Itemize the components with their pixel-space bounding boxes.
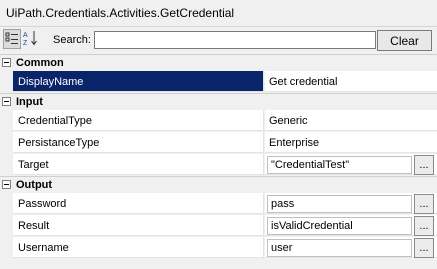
property-grid: Common DisplayName Get credential Input … xyxy=(0,54,437,259)
expression-editor-button[interactable]: ... xyxy=(414,194,434,214)
property-value[interactable]: Get credential xyxy=(265,71,437,92)
categorized-button[interactable] xyxy=(3,29,21,49)
expression-editor-button[interactable]: ... xyxy=(414,216,434,236)
property-row-credentialtype[interactable]: CredentialType Generic xyxy=(0,110,437,132)
clear-button[interactable]: Clear xyxy=(377,30,432,51)
expression-editor-button[interactable]: ... xyxy=(414,155,434,175)
property-value-field[interactable]: "CredentialTest" xyxy=(267,156,412,174)
collapse-icon[interactable] xyxy=(2,180,11,189)
sort-alphabetical-icon: A Z xyxy=(23,31,37,47)
category-common: Common xyxy=(0,54,437,71)
search-label: Search: xyxy=(53,34,91,46)
category-input: Input xyxy=(0,93,437,110)
toolbar: A Z Search: Clear xyxy=(0,27,437,54)
svg-text:Z: Z xyxy=(23,40,28,47)
property-name[interactable]: Username xyxy=(13,237,264,258)
sort-alphabetical-button[interactable]: A Z xyxy=(22,29,40,49)
category-label: Common xyxy=(16,57,64,69)
property-name[interactable]: Password xyxy=(13,193,264,214)
svg-text:A: A xyxy=(23,32,28,39)
property-name[interactable]: PersistanceType xyxy=(13,132,264,153)
category-label: Input xyxy=(16,96,43,108)
property-value[interactable]: Generic xyxy=(265,110,437,131)
search-input[interactable] xyxy=(94,31,376,49)
title-bar: UiPath.Credentials.Activities.GetCredent… xyxy=(0,0,437,27)
property-row-password[interactable]: Password pass ... xyxy=(0,193,437,215)
property-value-field[interactable]: pass xyxy=(267,195,412,213)
property-row-result[interactable]: Result isValidCredential ... xyxy=(0,215,437,237)
property-name[interactable]: DisplayName xyxy=(13,71,264,92)
property-row-persistancetype[interactable]: PersistanceType Enterprise xyxy=(0,132,437,154)
property-value-field[interactable]: isValidCredential xyxy=(267,217,412,235)
category-output: Output xyxy=(0,176,437,193)
property-name[interactable]: Target xyxy=(13,154,264,175)
categorized-icon xyxy=(5,32,18,44)
property-row-target[interactable]: Target "CredentialTest" ... xyxy=(0,154,437,176)
property-row-displayname[interactable]: DisplayName Get credential xyxy=(0,71,437,93)
activity-title: UiPath.Credentials.Activities.GetCredent… xyxy=(6,6,235,20)
property-name[interactable]: Result xyxy=(13,215,264,236)
property-value[interactable]: Enterprise xyxy=(265,132,437,153)
collapse-icon[interactable] xyxy=(2,58,11,67)
collapse-icon[interactable] xyxy=(2,97,11,106)
expression-editor-button[interactable]: ... xyxy=(414,238,434,258)
category-label: Output xyxy=(16,179,53,191)
property-value-field[interactable]: user xyxy=(267,239,412,257)
property-name[interactable]: CredentialType xyxy=(13,110,264,131)
property-row-username[interactable]: Username user ... xyxy=(0,237,437,259)
